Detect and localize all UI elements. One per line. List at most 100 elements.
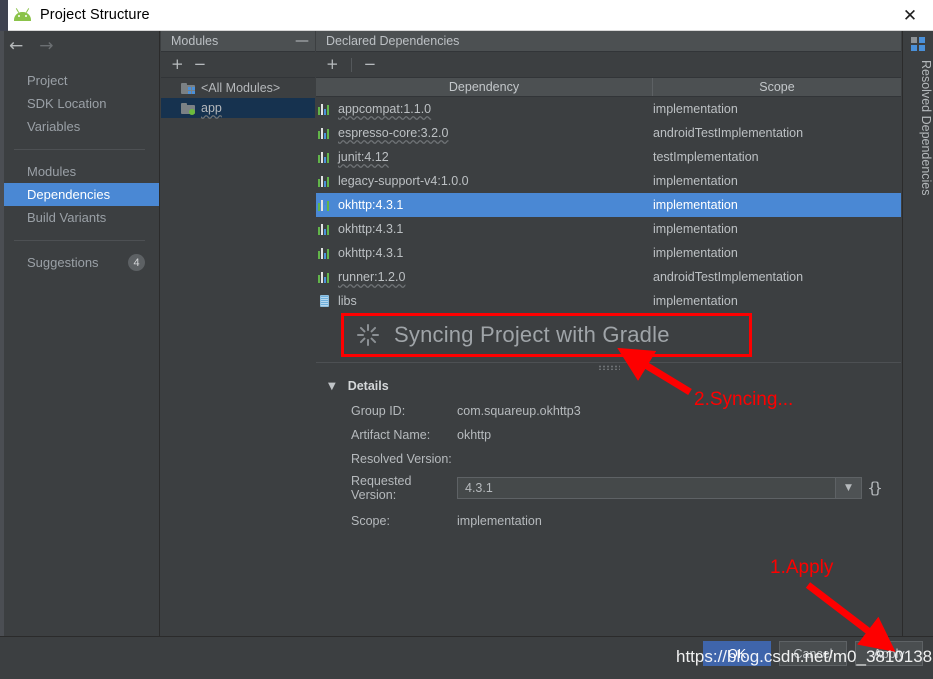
sidebar-item-project[interactable]: Project — [0, 69, 159, 92]
field-artifact-name: Artifact Name: okhttp — [316, 423, 901, 447]
field-label: Artifact Name: — [351, 428, 431, 442]
nav-divider-1 — [14, 149, 145, 150]
modules-panel: Modules — + − <All Modules> app — [161, 31, 315, 636]
jar-icon — [320, 295, 329, 307]
android-robot-icon — [14, 7, 31, 24]
field-value: okhttp — [457, 428, 492, 442]
folder-app-icon — [181, 102, 195, 115]
resolved-dependencies-tab[interactable]: Resolved Dependencies — [902, 31, 933, 636]
chevron-down-icon[interactable]: ▼ — [835, 478, 861, 498]
modules-panel-header: Modules — — [161, 31, 315, 52]
dependency-name: junit:4.12 — [338, 150, 389, 164]
requested-version-combobox[interactable]: 4.3.1 ▼ — [457, 477, 862, 499]
dependency-scope: implementation — [653, 222, 738, 236]
variable-button[interactable]: {} — [867, 478, 882, 498]
modules-grid-icon — [910, 37, 926, 52]
close-icon[interactable]: ✕ — [887, 0, 933, 31]
requested-version-value: 4.3.1 — [465, 481, 493, 495]
minimize-icon[interactable]: — — [295, 34, 309, 48]
sidebar-item-variables[interactable]: Variables — [0, 115, 159, 138]
module-row-app[interactable]: app — [161, 98, 315, 118]
back-arrow-icon[interactable]: ← — [9, 37, 23, 55]
table-row[interactable]: okhttp:4.3.1 implementation — [316, 217, 901, 241]
field-group-id: Group ID: com.squareup.okhttp3 — [316, 399, 901, 423]
remove-module-button[interactable]: − — [194, 57, 207, 72]
library-icon — [318, 223, 331, 235]
dependency-scope: implementation — [653, 102, 738, 116]
table-row[interactable]: legacy-support-v4:1.0.0 implementation — [316, 169, 901, 193]
splitter-grip-icon — [597, 364, 620, 370]
annotation-apply: 1.Apply — [770, 557, 834, 578]
suggestions-badge: 4 — [128, 254, 145, 271]
dependency-name: okhttp:4.3.1 — [338, 222, 404, 236]
dependency-name: okhttp:4.3.1 — [338, 246, 404, 260]
add-module-button[interactable]: + — [171, 57, 184, 72]
field-scope: Scope: implementation — [316, 505, 901, 537]
dependency-name: runner:1.2.0 — [338, 270, 406, 284]
sidebar-item-dependencies[interactable]: Dependencies — [0, 183, 159, 206]
resolved-dependencies-label: Resolved Dependencies — [919, 60, 933, 196]
field-label: Requested Version: — [351, 474, 412, 502]
sidebar-item-modules[interactable]: Modules — [0, 160, 159, 183]
column-header-dependency[interactable]: Dependency — [316, 78, 653, 96]
caret-down-icon[interactable]: ▼ — [328, 381, 336, 392]
dependency-scope: implementation — [653, 174, 738, 188]
syncing-status-text: Syncing Project with Gradle — [394, 322, 670, 347]
dependencies-panel-header: Declared Dependencies — [316, 31, 901, 52]
module-label: app — [201, 101, 222, 115]
toolbar-divider — [350, 57, 352, 72]
library-icon — [318, 175, 331, 187]
window-corner — [0, 0, 8, 31]
dependency-name: espresso-core:3.2.0 — [338, 126, 449, 140]
table-row[interactable]: runner:1.2.0 androidTestImplementation — [316, 265, 901, 289]
left-edge — [0, 31, 4, 636]
dependency-scope: testImplementation — [653, 150, 759, 164]
dependency-name: okhttp:4.3.1 — [338, 198, 404, 212]
field-requested-version: Requested Version: 4.3.1 ▼ {} — [316, 471, 901, 505]
dependency-scope: implementation — [653, 198, 738, 212]
table-row[interactable]: junit:4.12 testImplementation — [316, 145, 901, 169]
module-row-all-modules[interactable]: <All Modules> — [161, 78, 315, 98]
panel-splitter[interactable] — [316, 362, 901, 371]
dependency-scope: implementation — [653, 246, 738, 260]
sidebar-item-suggestions[interactable]: Suggestions 4 — [0, 251, 159, 274]
folder-modules-icon — [181, 82, 195, 94]
left-navigation: ← → Project SDK Location Variables Modul… — [0, 31, 160, 636]
field-value: implementation — [457, 514, 542, 528]
dependency-scope: implementation — [653, 294, 738, 308]
dependency-scope: androidTestImplementation — [653, 270, 804, 284]
column-header-scope[interactable]: Scope — [653, 78, 901, 96]
field-label: Scope: — [351, 514, 390, 528]
table-row[interactable]: okhttp:4.3.1 implementation — [316, 193, 901, 217]
syncing-status-box: Syncing Project with Gradle — [341, 313, 752, 357]
library-icon — [318, 127, 331, 139]
annotation-syncing: 2.Syncing... — [694, 389, 794, 410]
forward-arrow-icon[interactable]: → — [39, 37, 53, 55]
dependency-scope: androidTestImplementation — [653, 126, 804, 140]
library-icon — [318, 199, 331, 211]
window-title-bar: Project Structure ✕ — [0, 0, 933, 31]
modules-panel-title: Modules — [171, 34, 219, 48]
add-dependency-button[interactable]: + — [326, 57, 339, 72]
sidebar-item-sdk-location[interactable]: SDK Location — [0, 92, 159, 115]
library-icon — [318, 103, 331, 115]
project-structure-dialog: Project Structure ✕ ← → Project SDK Loca… — [0, 0, 933, 679]
table-row[interactable]: libs implementation — [316, 289, 901, 313]
dependencies-toolbar: + − — [316, 52, 901, 78]
table-row[interactable]: espresso-core:3.2.0 androidTestImplement… — [316, 121, 901, 145]
sidebar-item-build-variants[interactable]: Build Variants — [0, 206, 159, 229]
dependencies-panel-title: Declared Dependencies — [326, 34, 460, 48]
details-header[interactable]: ▼ Details — [316, 373, 901, 399]
sidebar-item-label: Suggestions — [27, 255, 99, 270]
modules-toolbar: + − — [161, 52, 315, 78]
details-section: ▼ Details Group ID: com.squareup.okhttp3… — [316, 373, 901, 636]
field-label: Group ID: — [351, 404, 406, 418]
table-row[interactable]: appcompat:1.1.0 implementation — [316, 97, 901, 121]
dependency-name: libs — [338, 294, 357, 308]
dependencies-table-header: Dependency Scope — [316, 78, 901, 97]
table-row[interactable]: okhttp:4.3.1 implementation — [316, 241, 901, 265]
field-label: Resolved Version: — [351, 452, 452, 466]
remove-dependency-button[interactable]: − — [364, 57, 377, 72]
nav-divider-2 — [14, 240, 145, 241]
nav-toolbar: ← → — [0, 31, 159, 61]
